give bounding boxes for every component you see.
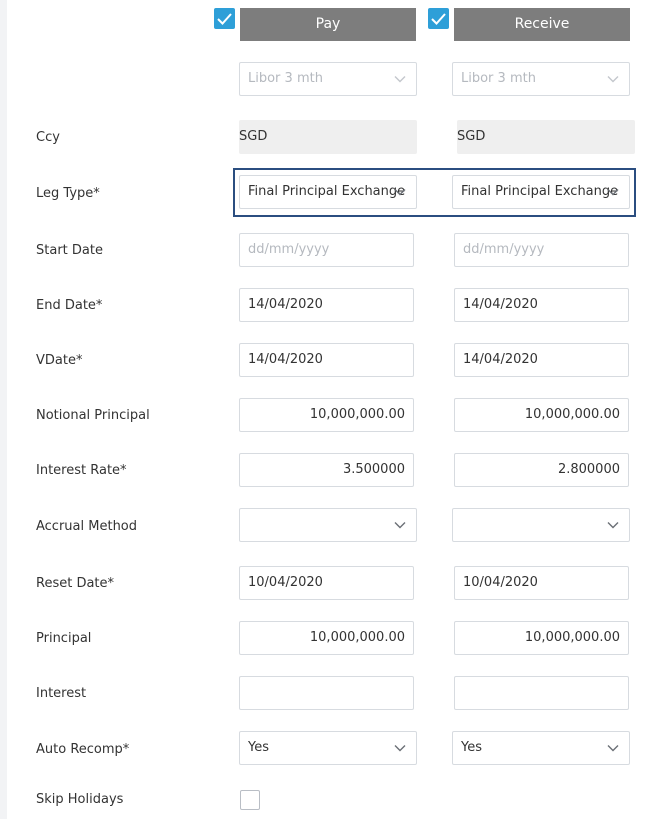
receive-vdate-input[interactable]: 14/04/2020 <box>454 343 629 377</box>
check-icon <box>217 13 232 25</box>
receive-index-placeholder: Libor 3 mth <box>461 71 536 86</box>
auto-recomp-label: Auto Recomp* <box>36 742 130 757</box>
pay-start-date-placeholder: dd/mm/yyyy <box>248 242 330 257</box>
pay-notional-principal-input[interactable]: 10,000,000.00 <box>239 398 414 432</box>
receive-principal-input[interactable]: 10,000,000.00 <box>454 621 629 655</box>
chevron-down-icon <box>393 741 407 755</box>
receive-interest-input[interactable] <box>454 676 629 710</box>
receive-leg-type-value: Final Principal Exchange <box>461 184 619 199</box>
pay-reset-date-input[interactable]: 10/04/2020 <box>239 566 414 600</box>
interest-label: Interest <box>36 686 87 701</box>
chevron-down-icon <box>393 72 407 86</box>
chevron-down-icon <box>606 185 620 199</box>
pay-index-placeholder: Libor 3 mth <box>248 71 323 86</box>
pay-checkbox[interactable] <box>214 8 235 29</box>
notional-principal-label: Notional Principal <box>36 408 150 423</box>
leg-type-label: Leg Type* <box>36 186 100 201</box>
receive-leg-type-select[interactable]: Final Principal Exchange <box>452 175 630 209</box>
receive-ccy-value: SGD <box>457 120 635 154</box>
vdate-label: VDate* <box>36 353 83 368</box>
receive-start-date-input[interactable]: dd/mm/yyyy <box>454 233 629 267</box>
receive-reset-date-input[interactable]: 10/04/2020 <box>454 566 629 600</box>
skip-holidays-checkbox[interactable] <box>240 790 260 810</box>
receive-accrual-method-select[interactable] <box>452 508 630 542</box>
pay-leg-type-value: Final Principal Exchange <box>248 184 406 199</box>
pay-interest-rate-input[interactable]: 3.500000 <box>239 453 414 487</box>
chevron-down-icon <box>393 185 407 199</box>
skip-holidays-label: Skip Holidays <box>36 792 124 807</box>
ccy-label: Ccy <box>36 130 60 145</box>
left-panel-edge <box>0 0 7 819</box>
receive-leg-button[interactable]: Receive <box>454 8 630 41</box>
chevron-down-icon <box>393 518 407 532</box>
receive-checkbox[interactable] <box>428 8 449 29</box>
receive-start-date-placeholder: dd/mm/yyyy <box>463 242 545 257</box>
receive-auto-recomp-select[interactable]: Yes <box>452 731 630 765</box>
accrual-method-label: Accrual Method <box>36 519 138 534</box>
end-date-label: End Date* <box>36 298 103 313</box>
pay-ccy-value: SGD <box>239 120 417 154</box>
pay-vdate-input[interactable]: 14/04/2020 <box>239 343 414 377</box>
receive-index-select[interactable]: Libor 3 mth <box>452 62 630 96</box>
interest-rate-label: Interest Rate* <box>36 463 127 478</box>
chevron-down-icon <box>606 518 620 532</box>
pay-index-select[interactable]: Libor 3 mth <box>239 62 417 96</box>
pay-accrual-method-select[interactable] <box>239 508 417 542</box>
pay-interest-input[interactable] <box>239 676 414 710</box>
pay-auto-recomp-select[interactable]: Yes <box>239 731 417 765</box>
receive-interest-rate-input[interactable]: 2.800000 <box>454 453 629 487</box>
chevron-down-icon <box>606 72 620 86</box>
reset-date-label: Reset Date* <box>36 576 115 591</box>
chevron-down-icon <box>606 741 620 755</box>
pay-auto-recomp-value: Yes <box>248 740 269 755</box>
receive-end-date-input[interactable]: 14/04/2020 <box>454 288 629 322</box>
pay-leg-button[interactable]: Pay <box>240 8 416 41</box>
pay-leg-type-select[interactable]: Final Principal Exchange <box>239 175 417 209</box>
principal-label: Principal <box>36 631 92 646</box>
receive-auto-recomp-value: Yes <box>461 740 482 755</box>
pay-end-date-input[interactable]: 14/04/2020 <box>239 288 414 322</box>
pay-principal-input[interactable]: 10,000,000.00 <box>239 621 414 655</box>
start-date-label: Start Date <box>36 243 103 258</box>
check-icon <box>431 13 446 25</box>
receive-notional-principal-input[interactable]: 10,000,000.00 <box>454 398 629 432</box>
pay-start-date-input[interactable]: dd/mm/yyyy <box>239 233 414 267</box>
